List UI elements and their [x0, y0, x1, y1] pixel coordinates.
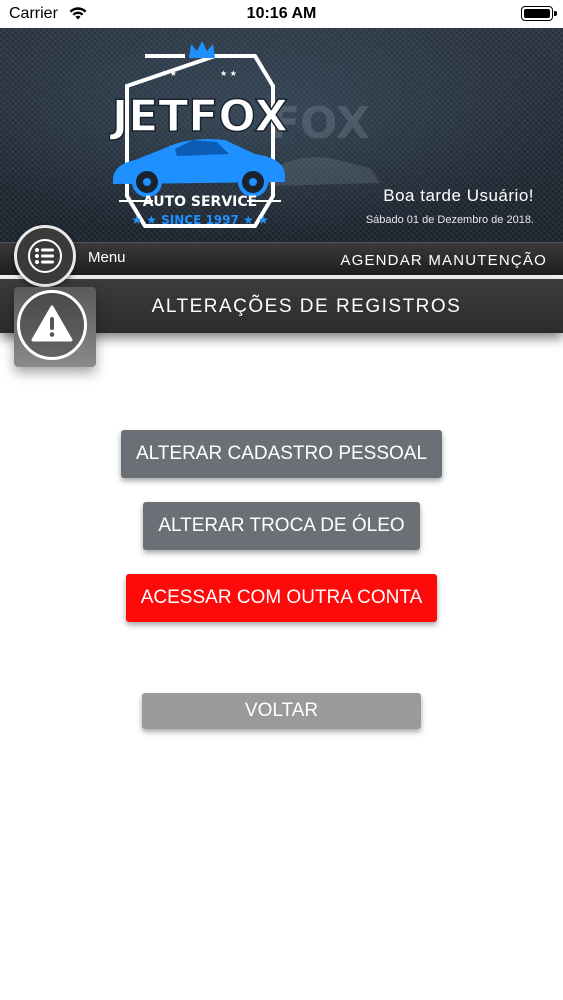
status-bar: Carrier 10:16 AM: [0, 0, 563, 28]
menu-button[interactable]: [14, 225, 76, 287]
jetfox-logo: ★ ★ ★ ★ JETFOX AUTO SERVICE ★ ★ SINCE 19…: [108, 41, 289, 228]
logo-subtitle-text: AUTO SERVICE: [143, 194, 257, 210]
header-banner: FOX ★ ★ ★ ★ JETFOX AUTO SERVICE ★ ★ SINC…: [0, 28, 563, 242]
svg-text:★ ★: ★ ★: [220, 69, 237, 78]
warning-icon: [31, 305, 73, 342]
alert-button[interactable]: [14, 287, 96, 367]
clock: 10:16 AM: [246, 5, 317, 22]
logo-brand-text: JETFOX: [109, 91, 288, 142]
greeting-text: Boa tarde Usuário!: [383, 186, 534, 205]
nav-bar: Menu AGENDAR MANUTENÇÃO: [0, 242, 563, 275]
logo-since-text: ★ ★ SINCE 1997 ★ ★: [131, 213, 268, 227]
menu-label[interactable]: Menu: [88, 249, 126, 266]
svg-text:★ ★: ★ ★: [160, 69, 177, 78]
schedule-maintenance-link[interactable]: AGENDAR MANUTENÇÃO: [340, 252, 547, 269]
edit-oil-change-button[interactable]: ALTERAR TROCA DE ÓLEO: [143, 502, 420, 550]
edit-profile-button[interactable]: ALTERAR CADASTRO PESSOAL: [121, 430, 442, 478]
switch-account-button[interactable]: ACESSAR COM OUTRA CONTA: [126, 574, 437, 622]
list-icon: [28, 239, 62, 273]
back-button[interactable]: VOLTAR: [142, 693, 421, 729]
battery-icon: [521, 6, 557, 21]
date-text: Sábado 01 de Dezembro de 2018.: [365, 214, 534, 226]
